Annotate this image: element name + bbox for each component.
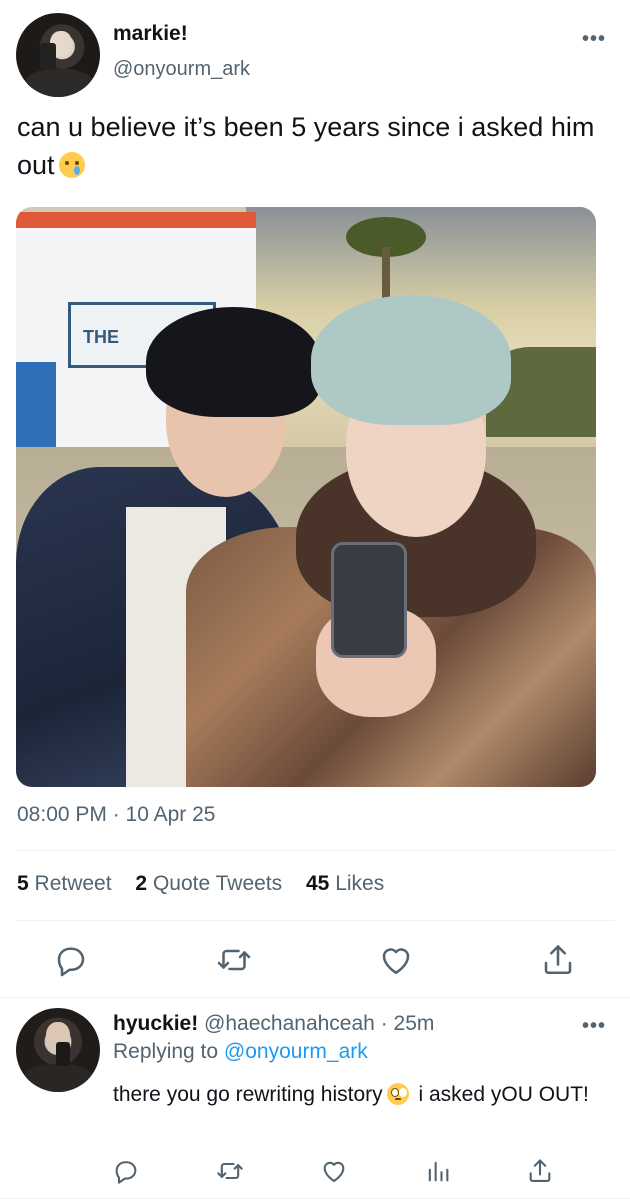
divider	[0, 997, 630, 998]
author-handle[interactable]: @onyourm_ark	[113, 58, 250, 81]
like-icon[interactable]	[378, 942, 414, 978]
reply-retweet-icon[interactable]	[216, 1157, 244, 1185]
replying-to: Replying to @onyourm_ark	[113, 1040, 368, 1064]
reply-author-avatar[interactable]	[16, 1008, 100, 1092]
divider	[16, 850, 614, 851]
quote-label: Quote Tweets	[152, 872, 283, 895]
tweet-timestamp[interactable]: 08:00 PM · 10 Apr 25	[17, 803, 215, 827]
tweet-stats: 5 Retweet 2 Quote Tweets 45 Likes	[17, 872, 384, 896]
retweet-label: Retweet	[34, 872, 112, 895]
likes-label: Likes	[335, 872, 385, 895]
reply-text-part2: i asked yOU OUT!	[418, 1083, 589, 1106]
reply-author-handle[interactable]: @haechanahceah	[204, 1012, 375, 1035]
reply-text-part1: there you go rewriting history	[113, 1083, 383, 1106]
divider	[16, 920, 614, 921]
quote-count-link[interactable]: 2 Quote Tweets	[135, 872, 282, 895]
tweet-photo[interactable]: THE	[16, 207, 596, 787]
crying-face-emoji-icon	[58, 152, 85, 178]
reply-icon[interactable]	[53, 942, 89, 978]
quote-count: 2	[135, 872, 148, 895]
likes-count: 45	[306, 872, 330, 895]
author-avatar[interactable]	[16, 13, 100, 97]
more-options-icon[interactable]: •••	[582, 28, 606, 51]
reply-text: there you go rewriting history i asked y…	[113, 1081, 613, 1109]
reply-share-icon[interactable]	[526, 1157, 554, 1185]
reply-reply-icon[interactable]	[112, 1157, 140, 1185]
retweet-count: 5	[17, 872, 29, 895]
reply-author-display-name[interactable]: hyuckie!	[113, 1012, 198, 1035]
tweet-text: can u believe it’s been 5 years since i …	[17, 108, 617, 184]
retweet-icon[interactable]	[216, 942, 252, 978]
reply-more-options-icon[interactable]: •••	[582, 1015, 606, 1038]
author-display-name[interactable]: markie!	[113, 22, 188, 46]
tweet-text-content: can u believe it’s been 5 years since i …	[17, 112, 595, 180]
replying-to-label: Replying to	[113, 1040, 219, 1063]
share-icon[interactable]	[540, 942, 576, 978]
replying-to-handle-link[interactable]: @onyourm_ark	[224, 1040, 368, 1063]
analytics-icon[interactable]	[424, 1157, 452, 1185]
reply-like-icon[interactable]	[320, 1157, 348, 1185]
reply-time[interactable]: · 25m	[381, 1012, 435, 1035]
retweet-count-link[interactable]: 5 Retweet	[17, 872, 112, 895]
rolling-eyes-emoji-icon	[386, 1083, 409, 1105]
divider	[0, 1198, 630, 1199]
reply-header: hyuckie! @haechanahceah · 25m	[113, 1012, 434, 1036]
likes-count-link[interactable]: 45 Likes	[306, 872, 384, 895]
